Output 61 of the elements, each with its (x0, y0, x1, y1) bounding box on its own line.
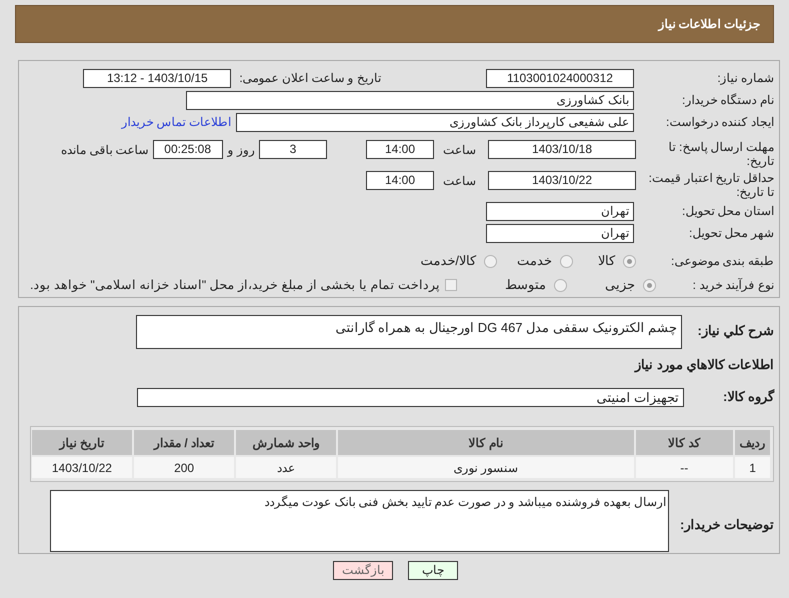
field-label: استان محل تحویل: (680, 204, 774, 218)
description-textarea: چشم الکترونیک سقفی مدل DG 467 اورجینال به همراه گارانتی (136, 315, 682, 349)
field-value: 3 (259, 140, 327, 159)
table-cell: عدد (236, 457, 336, 478)
radio-label: متوسط (505, 276, 546, 294)
field-label: طبقه بندی موضوعی: (670, 254, 774, 268)
field-label: روز و (228, 142, 255, 158)
column-header: نام کالا (338, 430, 634, 455)
field-label: نام دستگاه خریدار: (680, 93, 774, 107)
field-value: 1403/10/15 - 13:12 (83, 68, 232, 88)
table-cell: 1 (735, 457, 770, 478)
page-title: جزئیات اطلاعات نیاز (658, 16, 760, 33)
field-value: 00:25:08 (152, 140, 223, 159)
column-header: کد کالا (636, 430, 734, 455)
field-label: شرح کلي نياز: (696, 322, 774, 340)
table-cell: سنسور نوری (338, 457, 634, 478)
radio-label: جزیی (605, 276, 635, 294)
field-label: تاریخ و ساعت اعلان عمومی: (239, 70, 381, 87)
column-header: ردیف (735, 430, 770, 455)
field-value: 1103001024000312 (486, 68, 634, 88)
field-label: ساعت باقی مانده (60, 142, 149, 158)
field-value: 14:00 (366, 171, 434, 190)
section-title: اطلاعات کالاهاي مورد نياز (633, 356, 774, 374)
column-header: تاریخ نیاز (32, 430, 132, 455)
field-value: 1403/10/22 (488, 171, 636, 190)
radio-button[interactable] (554, 278, 567, 292)
field-label: ساعت (443, 142, 476, 158)
print-button[interactable]: چاپ (408, 561, 458, 580)
column-header: واحد شمارش (236, 430, 336, 455)
radio-label: کالا (598, 252, 615, 270)
notes-textarea: ارسال بعهده فروشنده میباشد و در صورت عدم تایید بخش فنی بانک عودت میگردد (50, 490, 669, 552)
field-label: گروه کالا: (722, 388, 774, 406)
field-label: توضیحات خریدار: (679, 516, 774, 534)
field-value: 14:00 (366, 140, 434, 159)
radio-label: خدمت (517, 252, 552, 270)
table-cell: 1403/10/22 (32, 457, 132, 478)
radio-label: کالا/خدمت (420, 252, 476, 270)
field-value: تهران (486, 202, 634, 220)
radio-button[interactable] (643, 278, 656, 292)
column-header: تعداد / مقدار (134, 430, 234, 455)
back-button[interactable]: بازگشت (333, 561, 393, 580)
field-label: ایجاد کننده درخواست: (664, 115, 774, 129)
field-value: علی شفیعی کارپرداز بانک کشاورزی (236, 112, 634, 132)
field-value: بانک کشاورزی (186, 90, 634, 110)
field-value: تهران (486, 224, 634, 242)
field-value: تجهیزات امنیتی (137, 388, 684, 406)
checkbox[interactable] (445, 279, 457, 291)
field-label: حداقل تاریخ اعتبار قیمت: تا تاریخ: (648, 170, 774, 199)
field-value: 1403/10/18 (488, 140, 636, 159)
radio-button[interactable] (484, 254, 497, 268)
field-label: نوع فرآیند خرید : (692, 278, 774, 292)
table-cell: -- (636, 457, 734, 478)
field-label: مهلت ارسال پاسخ: تا تاریخ: (668, 139, 774, 168)
field-label: شماره نیاز: (716, 71, 774, 85)
contact-link[interactable]: اطلاعات تماس خریدار (121, 113, 231, 131)
field-label: شهر محل تحویل: (688, 226, 774, 240)
checkbox-label: پرداخت تمام یا بخشی از مبلغ خرید،از محل "اسناد خزانه اسلامی" خواهد بود. (30, 276, 440, 294)
field-label: ساعت (443, 172, 476, 190)
radio-button[interactable] (560, 254, 573, 268)
radio-button[interactable] (623, 254, 636, 268)
table-cell: 200 (134, 457, 234, 478)
